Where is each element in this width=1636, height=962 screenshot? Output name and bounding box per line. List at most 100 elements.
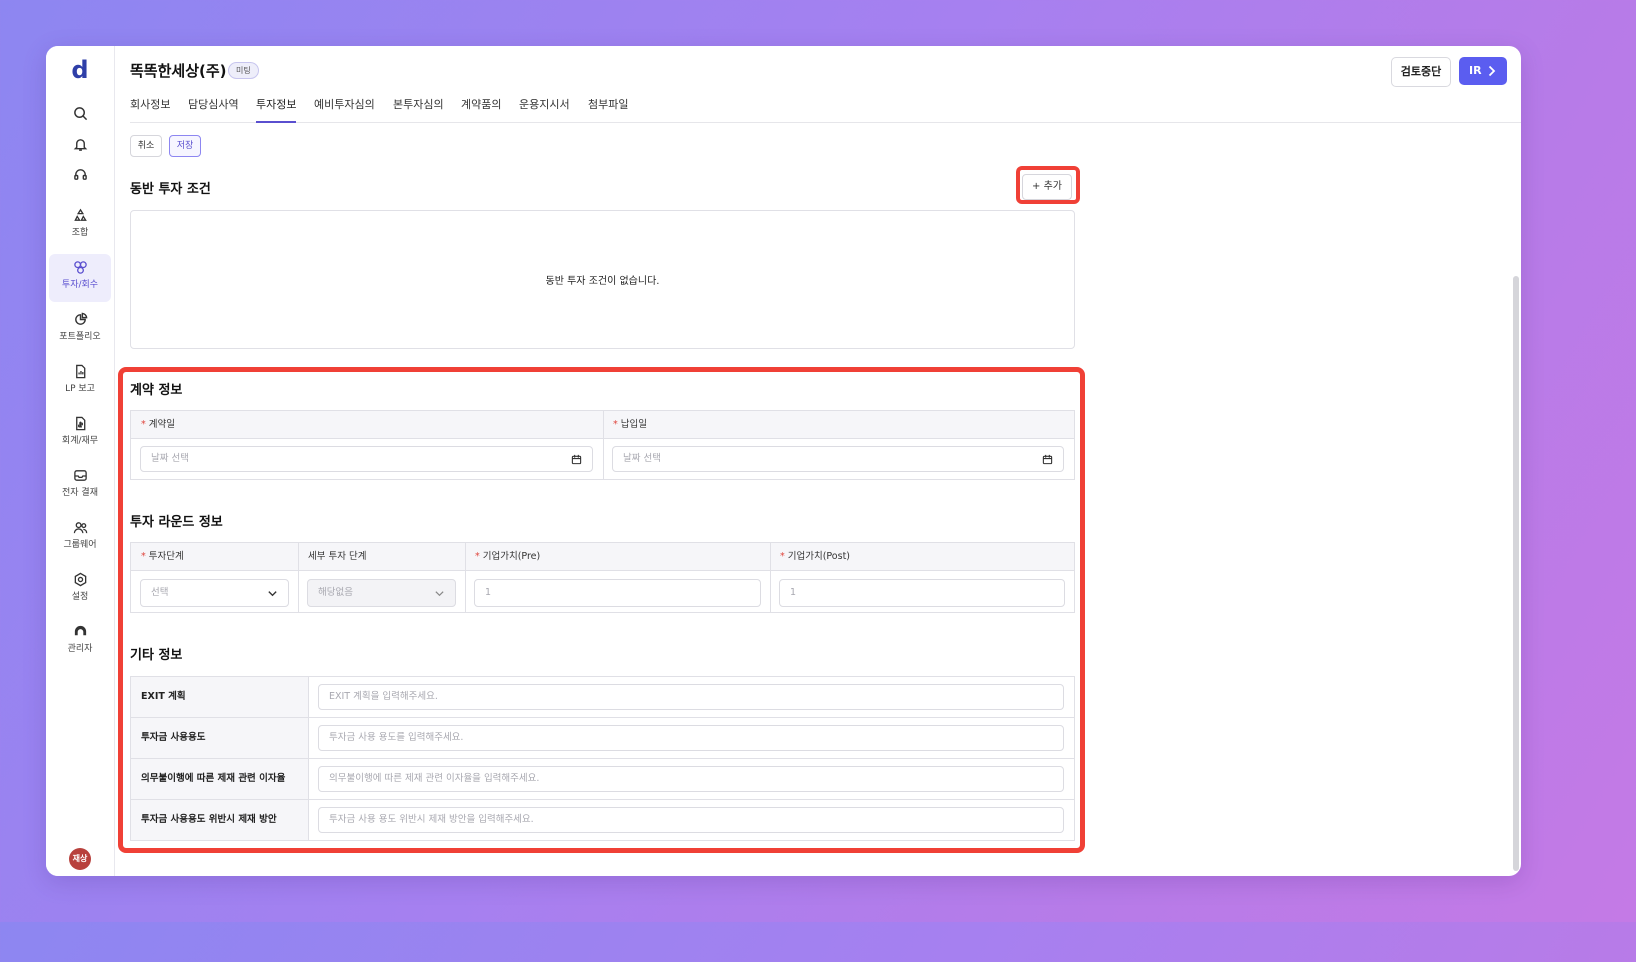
tab-attachments[interactable]: 첨부파일 (588, 96, 628, 121)
admin-icon (74, 625, 86, 636)
round-title: 투자 라운드 정보 (130, 515, 223, 530)
nav-item-fund[interactable]: 조합 (49, 202, 111, 250)
other-title: 기타 정보 (130, 648, 183, 663)
nav-label: 투자/회수 (61, 280, 99, 290)
headset-icon[interactable] (46, 167, 114, 186)
nav-label: 회계/재무 (61, 436, 99, 446)
detail-stage-header: 세부 투자 단계 (298, 543, 465, 571)
divider (603, 411, 604, 479)
placeholder: 투자금 사용 용도 위반시 제재 방안을 입력해주세요. (329, 814, 534, 825)
nav-label: 관리자 (67, 644, 93, 654)
pre-value-header: * 기업가치(Pre) (465, 543, 770, 571)
cancel-button[interactable]: 취소 (130, 135, 162, 157)
tab-company-info[interactable]: 회사정보 (130, 96, 170, 121)
tab-bar: 회사정보 담당심사역 투자정보 예비투자심의 본투자심의 계약품의 운용지시서 … (130, 96, 1521, 123)
nav-item-accounting[interactable]: 회계/재무 (49, 410, 111, 458)
settings-icon (74, 572, 86, 587)
inbox-icon (73, 470, 87, 481)
fund-usage-input[interactable]: 투자금 사용 용도를 입력해주세요. (318, 725, 1064, 751)
co-invest-title: 동반 투자 조건 (130, 182, 211, 197)
nav-label: 전자 결재 (62, 488, 98, 498)
contract-date-label: 계약일 (148, 419, 175, 430)
company-name: 똑똑한세상(주) (130, 62, 227, 80)
co-invest-table: 동반 투자 조건이 없습니다. (130, 210, 1075, 349)
add-button[interactable]: + 추가 (1022, 174, 1072, 200)
exit-plan-input[interactable]: EXIT 계획을 입력해주세요. (318, 684, 1064, 710)
violation-sanction-label: 투자금 사용용도 위반시 제재 방안 (131, 800, 309, 840)
fund-usage-label: 투자금 사용용도 (131, 718, 309, 758)
round-grid: * 투자단계 세부 투자 단계 * 기업가치(Pre) * 기업가치(Post) 선택… (130, 542, 1075, 613)
placeholder: 의무불이행에 따른 제재 관련 이자율을 입력해주세요. (329, 773, 540, 784)
penalty-rate-input[interactable]: 의무불이행에 따른 제재 관련 이자율을 입력해주세요. (318, 766, 1064, 792)
report-icon (75, 364, 85, 379)
chevron-down-icon (268, 591, 277, 597)
stage-label: 투자단계 (148, 551, 184, 562)
nav-item-settings[interactable]: 설정 (49, 566, 111, 614)
nav-item-lp-report[interactable]: LP 보고 (49, 358, 111, 406)
pre-value: 1 (485, 587, 492, 598)
nav-item-admin[interactable]: 관리자 (49, 618, 111, 666)
investment-icon (73, 261, 87, 274)
placeholder: 투자금 사용 용도를 입력해주세요. (329, 732, 464, 743)
chevron-right-icon (1488, 65, 1496, 77)
pre-value-label: 기업가치(Pre) (482, 551, 541, 562)
nav-item-groupware[interactable]: 그룹웨어 (49, 514, 111, 562)
other-grid: EXIT 계획 EXIT 계획을 입력해주세요. 투자금 사용용도 투자금 사용… (130, 676, 1075, 841)
stop-review-button[interactable]: 검토중단 (1391, 57, 1451, 87)
tab-pre-review[interactable]: 예비투자심의 (314, 96, 375, 121)
payment-date-picker[interactable]: 날짜 선택 (612, 446, 1064, 472)
save-button[interactable]: 저장 (169, 135, 201, 157)
post-value-input[interactable]: 1 (779, 579, 1065, 607)
date-placeholder: 날짜 선택 (623, 453, 661, 464)
calendar-icon (571, 454, 582, 465)
divider (465, 543, 466, 612)
search-icon[interactable] (46, 106, 114, 125)
tab-operation-order[interactable]: 운용지시서 (519, 96, 570, 121)
nav-item-investment[interactable]: 투자/회수 (49, 254, 111, 302)
avatar[interactable]: 재상 (69, 848, 91, 870)
placeholder: EXIT 계획을 입력해주세요. (329, 691, 438, 702)
penalty-rate-label: 의무불이행에 따른 제재 관련 이자율 (131, 759, 309, 799)
recycle-icon (73, 208, 87, 221)
nav-item-portfolio[interactable]: 포트폴리오 (49, 306, 111, 354)
chevron-down-icon (435, 591, 444, 597)
divider (298, 543, 299, 612)
contract-grid: * 계약일 * 납입일 날짜 선택 날짜 선택 (130, 410, 1075, 480)
stage-select[interactable]: 선택 (140, 579, 289, 607)
detail-select-value: 해당없음 (318, 587, 353, 598)
post-value-header: * 기업가치(Post) (770, 543, 1074, 571)
empty-message: 동반 투자 조건이 없습니다. (545, 276, 660, 287)
stage-select-value: 선택 (151, 587, 169, 598)
tab-contract-approval[interactable]: 계약품의 (461, 96, 501, 121)
nav-label: LP 보고 (65, 384, 95, 394)
contract-date-header: * 계약일 (131, 411, 603, 439)
ir-button[interactable]: IR (1459, 57, 1507, 85)
tab-main-review[interactable]: 본투자심의 (393, 96, 444, 121)
pie-chart-icon (74, 312, 87, 325)
violation-sanction-input[interactable]: 투자금 사용 용도 위반시 제재 방안을 입력해주세요. (318, 807, 1064, 833)
finance-icon (75, 416, 85, 431)
nav-label: 설정 (71, 592, 89, 602)
contract-title: 계약 정보 (130, 383, 183, 398)
date-placeholder: 날짜 선택 (151, 453, 189, 464)
app-logo[interactable]: d (46, 56, 114, 84)
calendar-icon (1042, 454, 1053, 465)
tab-reviewer[interactable]: 담당심사역 (188, 96, 239, 121)
post-value: 1 (790, 587, 797, 598)
tab-investment-info[interactable]: 투자정보 (256, 96, 297, 123)
app-window: d 조합 투자/회수 포트폴리오 LP 보고 회계/재무 전자 결재 그룹웨어 … (46, 46, 1521, 876)
status-badge: 미팅 (228, 62, 259, 79)
nav-item-approval[interactable]: 전자 결재 (49, 462, 111, 510)
exit-plan-label: EXIT 계획 (131, 677, 309, 717)
stage-header: * 투자단계 (131, 543, 298, 571)
users-icon (73, 522, 87, 534)
detail-stage-select[interactable]: 해당없음 (307, 579, 456, 607)
ir-button-label: IR (1469, 64, 1482, 77)
main-content: 똑똑한세상(주) 미팅 검토중단 IR 회사정보 담당심사역 투자정보 예비투자… (115, 46, 1521, 876)
scrollbar[interactable] (1513, 276, 1519, 871)
post-value-label: 기업가치(Post) (787, 551, 850, 562)
bell-icon[interactable] (46, 137, 114, 156)
contract-date-picker[interactable]: 날짜 선택 (140, 446, 593, 472)
pre-value-input[interactable]: 1 (474, 579, 761, 607)
nav-label: 그룹웨어 (63, 540, 97, 550)
